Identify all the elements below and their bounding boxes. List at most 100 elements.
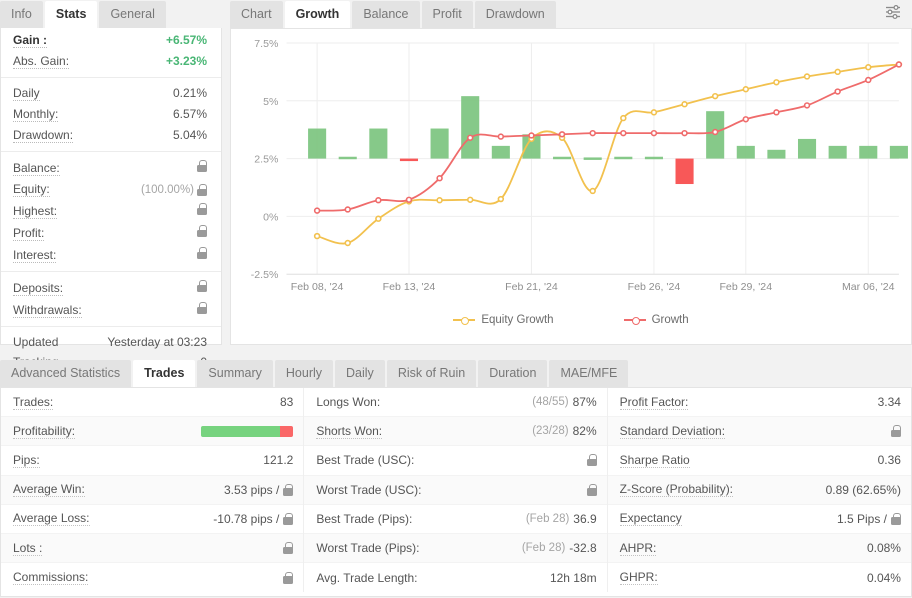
tab-label: MAE/MFE	[560, 366, 617, 380]
profitability-win-segment	[201, 426, 279, 437]
chart-point-growth	[376, 198, 381, 203]
chart-point-growth	[407, 197, 412, 202]
lock-icon	[891, 513, 901, 525]
stat-label[interactable]: Abs. Gain:	[13, 54, 69, 69]
stat-value: +3.23%	[166, 54, 207, 68]
stat-label[interactable]: Sharpe Ratio	[620, 453, 690, 468]
stat-label: Updated	[13, 335, 58, 349]
stat-label[interactable]: Interest:	[13, 248, 56, 263]
stat-value	[197, 302, 207, 314]
table-row: Lots :	[1, 534, 303, 563]
stat-label[interactable]: Highest:	[13, 204, 57, 219]
legend-item-equity-growth[interactable]: Equity Growth	[453, 314, 553, 326]
stat-label[interactable]: Z-Score (Probability):	[620, 482, 733, 497]
stat-value: 5.04%	[173, 128, 207, 142]
profitability-loss-segment	[280, 426, 294, 437]
tab-general[interactable]: General	[99, 1, 165, 28]
chart-point-equity-growth	[376, 216, 381, 221]
stat-value: (100.00%)	[141, 183, 207, 197]
stat-label[interactable]: Profitability:	[13, 424, 75, 439]
stat-label[interactable]: Monthly:	[13, 107, 58, 122]
stat-row: UpdatedYesterday at 03:23	[1, 332, 221, 352]
stat-value-text: 36.9	[573, 512, 596, 526]
stat-value-paren: (Feb 28)	[522, 542, 565, 554]
stat-label[interactable]: Drawdown:	[13, 128, 73, 143]
growth-chart-plot: 7.5%5%2.5%0%-2.5%Feb 08, '24Feb 13, '24F…	[231, 29, 911, 344]
tab-duration[interactable]: Duration	[478, 360, 547, 387]
lock-icon	[197, 247, 207, 259]
stat-label[interactable]: Average Win:	[13, 482, 85, 497]
y-axis-tick-label: 5%	[263, 96, 278, 108]
stat-label[interactable]: Withdrawals:	[13, 303, 82, 318]
tab-growth[interactable]: Growth	[285, 1, 351, 28]
stat-value: (Feb 28)36.9	[526, 512, 597, 526]
stat-value: -10.78 pips /	[213, 512, 293, 526]
chart-bar-positive	[614, 157, 632, 159]
lock-icon	[587, 454, 597, 466]
stat-value-text: 1.5 Pips /	[837, 512, 887, 526]
chart-bar-positive	[829, 146, 847, 159]
stat-label[interactable]: Standard Deviation:	[620, 424, 725, 439]
chart-bar-positive	[859, 146, 877, 159]
tab-hourly[interactable]: Hourly	[275, 360, 333, 387]
chart-point-equity-growth	[590, 189, 595, 194]
stat-label[interactable]: Gain :	[13, 33, 47, 48]
stat-label[interactable]: Trades:	[13, 395, 53, 410]
tab-balance[interactable]: Balance	[352, 1, 419, 28]
tab-risk-of-ruin[interactable]: Risk of Ruin	[387, 360, 476, 387]
stat-label[interactable]: AHPR:	[620, 541, 657, 556]
stat-value-text: 87%	[573, 395, 597, 409]
chart-point-growth	[713, 130, 718, 135]
stat-value-text: 3.53 pips /	[224, 483, 279, 497]
tab-drawdown[interactable]: Drawdown	[475, 1, 556, 28]
chart-tabs-row: ChartGrowthBalanceProfitDrawdown	[230, 0, 912, 28]
tab-mae-mfe[interactable]: MAE/MFE	[549, 360, 628, 387]
tab-label: Stats	[56, 7, 87, 21]
stat-label[interactable]: Balance:	[13, 161, 60, 176]
stat-value-text: -10.78 pips /	[213, 512, 279, 526]
table-row: Sharpe Ratio0.36	[608, 446, 911, 475]
stat-label[interactable]: Pips:	[13, 453, 40, 468]
stat-label[interactable]: Deposits:	[13, 281, 63, 296]
table-row: Pips:121.2	[1, 446, 303, 475]
sliders-icon[interactable]	[884, 1, 912, 28]
tab-stats[interactable]: Stats	[45, 1, 98, 28]
table-row: Best Trade (USC):	[304, 446, 606, 475]
stat-value-text: 12h 18m	[550, 571, 597, 585]
tab-label: Duration	[489, 366, 536, 380]
x-axis-tick-label: Feb 13, '24	[383, 281, 436, 293]
tab-chart[interactable]: Chart	[230, 1, 283, 28]
stat-value-text: 83	[280, 395, 293, 409]
stat-label[interactable]: Commissions:	[13, 570, 88, 585]
stat-label[interactable]: Expectancy	[620, 511, 682, 526]
stat-label: Best Trade (USC):	[316, 453, 414, 467]
stat-label[interactable]: Daily	[13, 86, 40, 101]
stat-label[interactable]: Shorts Won:	[316, 424, 382, 439]
stat-value-text: 0.21%	[173, 86, 207, 100]
stat-label[interactable]: Profit:	[13, 226, 44, 241]
statistics-grid: Trades: 83 Profitability: Pips:121.2 Average…	[1, 388, 911, 592]
chart-point-equity-growth	[468, 197, 473, 202]
legend-item-growth[interactable]: Growth	[624, 314, 689, 326]
tab-label: Trades	[144, 366, 184, 380]
chart-point-equity-growth	[652, 110, 657, 115]
chart-bar-positive	[737, 146, 755, 159]
lock-icon	[283, 542, 293, 554]
tab-daily[interactable]: Daily	[335, 360, 385, 387]
tab-profit[interactable]: Profit	[422, 1, 473, 28]
stat-value	[587, 484, 597, 496]
table-row: GHPR:0.04%	[608, 563, 911, 592]
tab-trades[interactable]: Trades	[133, 360, 195, 387]
tab-advanced-statistics[interactable]: Advanced Statistics	[0, 360, 131, 387]
chart-point-equity-growth	[743, 87, 748, 92]
stat-label[interactable]: Lots :	[13, 541, 42, 556]
chart-point-growth	[529, 133, 534, 138]
stat-value: 12h 18m	[550, 571, 597, 585]
tab-summary[interactable]: Summary	[197, 360, 272, 387]
chart-bar-positive	[369, 129, 387, 159]
stat-label[interactable]: Profit Factor:	[620, 395, 689, 410]
stat-label[interactable]: Equity:	[13, 182, 50, 197]
tab-info[interactable]: Info	[0, 1, 43, 28]
stat-label[interactable]: Average Loss:	[13, 511, 90, 526]
stat-label[interactable]: GHPR:	[620, 570, 658, 585]
